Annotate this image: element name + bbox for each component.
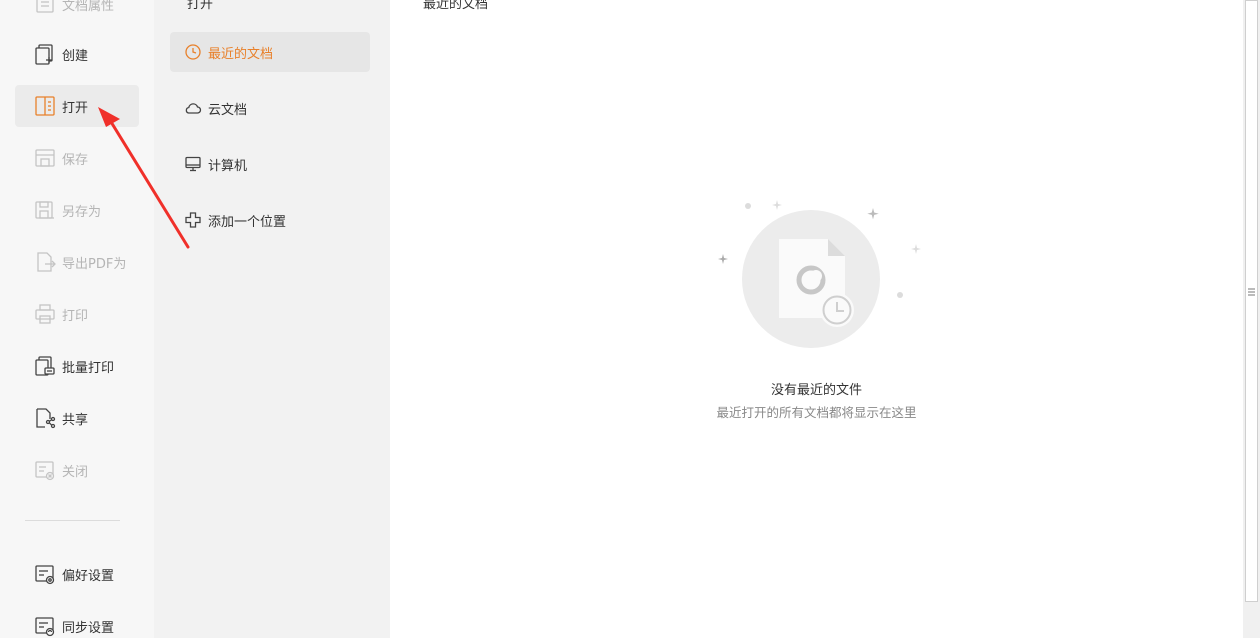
sidebar-item-print[interactable]: 打印 <box>15 293 139 335</box>
sidebar-item-save[interactable]: 保存 <box>15 137 139 179</box>
add-location-icon <box>184 211 202 229</box>
sidebar-item-create[interactable]: 创建 <box>15 33 139 75</box>
print-icon <box>34 303 56 325</box>
app-window: 文档属性 创建 打开 保存 另存为 导出PDF为 打印 批量打印 共享 关闭 偏… <box>0 0 1260 638</box>
batch-print-icon <box>34 355 56 377</box>
save-as-icon <box>34 199 56 221</box>
empty-state-illustration <box>718 200 921 348</box>
sidebar-item-label: 关闭 <box>62 464 89 480</box>
sidebar-item-share[interactable]: 共享 <box>15 397 139 439</box>
sidebar-item-label: 另存为 <box>62 204 102 220</box>
sidebar: 文档属性 创建 打开 保存 另存为 导出PDF为 打印 批量打印 共享 关闭 偏… <box>0 0 154 638</box>
vertical-scrollbar-thumb[interactable] <box>1245 0 1258 602</box>
empty-state-subtitle: 最近打开的所有文档都将显示在这里 <box>716 405 917 420</box>
close-doc-icon <box>34 459 56 481</box>
view-heading: 最近的文档 <box>423 0 489 12</box>
sidebar-item-label: 批量打印 <box>62 360 115 376</box>
document-properties-icon <box>34 0 56 15</box>
sidebar-divider <box>25 520 120 521</box>
sidebar-item-label: 偏好设置 <box>62 568 115 584</box>
sidebar-item-preferences[interactable]: 偏好设置 <box>15 553 139 595</box>
share-icon <box>34 407 56 429</box>
sidebar-item-label: 保存 <box>62 152 89 168</box>
sidebar-item-label: 同步设置 <box>62 620 115 636</box>
monitor-icon <box>184 155 202 173</box>
sidebar-item-label: 文档属性 <box>62 0 115 14</box>
location-label: 添加一个位置 <box>208 214 287 230</box>
sidebar-item-close[interactable]: 关闭 <box>15 449 139 491</box>
location-label: 云文档 <box>208 102 248 118</box>
sidebar-item-batch-print[interactable]: 批量打印 <box>15 345 139 387</box>
clock-icon <box>184 43 202 61</box>
location-recent-documents[interactable]: 最近的文档 <box>170 32 370 72</box>
sidebar-item-save-as[interactable]: 另存为 <box>15 189 139 231</box>
location-cloud-documents[interactable]: 云文档 <box>170 88 370 128</box>
sidebar-item-label: 创建 <box>62 48 89 64</box>
preferences-icon <box>34 563 56 585</box>
panel-heading: 打开 <box>187 0 214 12</box>
location-label: 计算机 <box>208 158 248 174</box>
sidebar-item-export-pdf[interactable]: 导出PDF为 <box>15 241 139 283</box>
export-pdf-icon <box>34 251 56 273</box>
cloud-icon <box>184 99 202 117</box>
empty-state-title: 没有最近的文件 <box>770 383 862 398</box>
location-label: 最近的文档 <box>208 46 274 62</box>
sidebar-item-label: 共享 <box>62 412 89 428</box>
open-icon <box>34 95 56 117</box>
sidebar-item-label: 打开 <box>62 100 89 116</box>
scrollbar-grip-icon <box>1248 288 1255 296</box>
open-options-panel: 打开 最近的文档 云文档 计算机 添加一个位置 <box>154 0 390 638</box>
sidebar-item-document-properties[interactable]: 文档属性 <box>15 0 139 25</box>
sidebar-item-open[interactable]: 打开 <box>15 85 139 127</box>
sidebar-item-sync-settings[interactable]: 同步设置 <box>15 605 139 638</box>
location-add-place[interactable]: 添加一个位置 <box>170 200 370 240</box>
recent-documents-view: 最近的文档 没有最近的文件 最近打开的所有文档都将显示在这里 <box>390 0 1243 638</box>
sidebar-item-label: 打印 <box>62 308 89 324</box>
sync-settings-icon <box>34 615 56 637</box>
location-computer[interactable]: 计算机 <box>170 144 370 184</box>
create-icon <box>34 43 56 65</box>
sidebar-item-label: 导出PDF为 <box>62 256 127 272</box>
save-icon <box>34 147 56 169</box>
